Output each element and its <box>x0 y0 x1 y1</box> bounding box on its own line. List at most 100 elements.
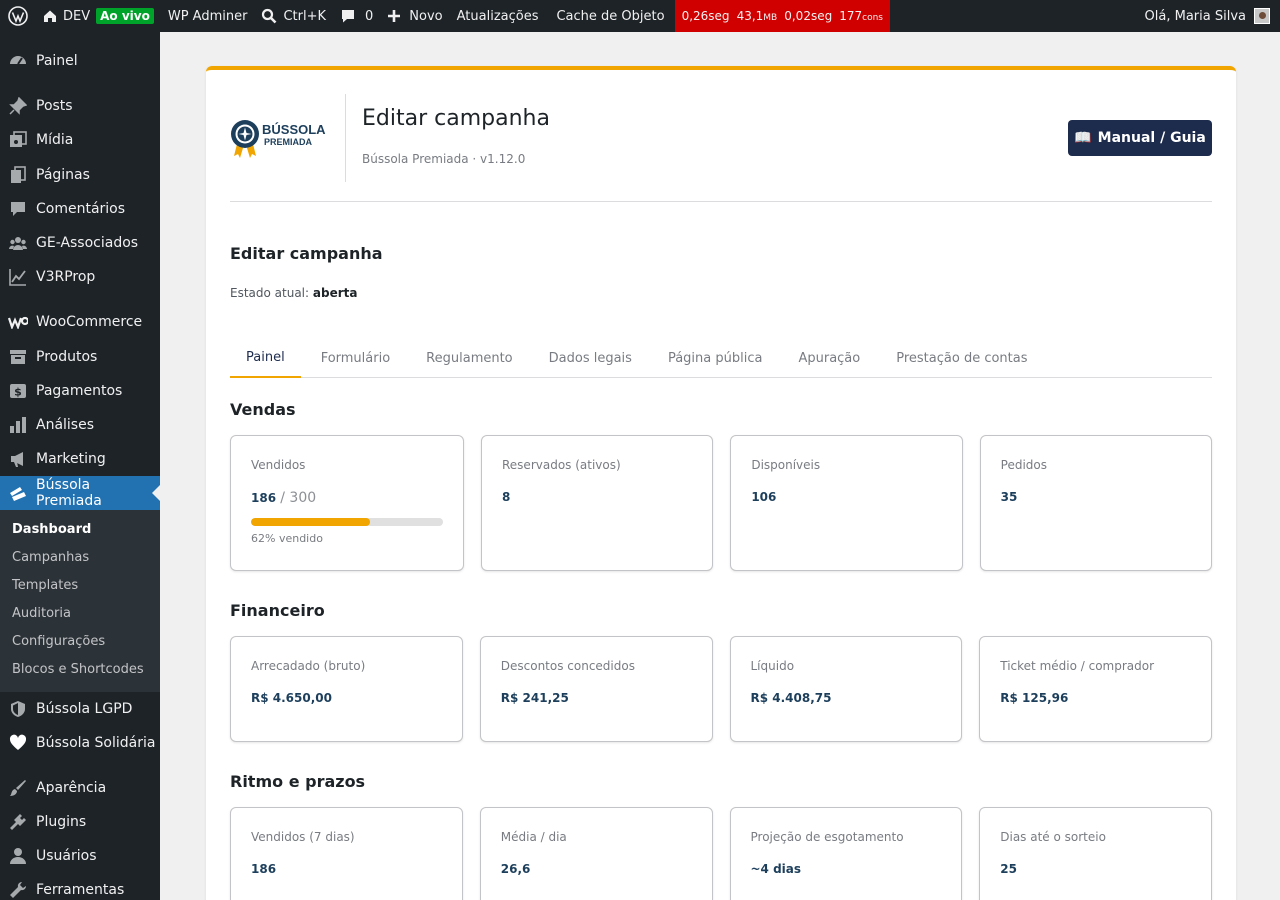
comments-count: 0 <box>365 8 374 24</box>
plugin-version: Bússola Premiada · v1.12.0 <box>362 152 526 166</box>
stat-label: Arrecadado (bruto) <box>251 659 366 673</box>
menu-item-painel[interactable]: Painel <box>0 44 160 78</box>
stat-card-disponiveis: Disponíveis 106 <box>730 435 963 571</box>
submenu-item-campanhas[interactable]: Campanhas <box>0 543 160 571</box>
stat-card-descontos: Descontos concedidos R$ 241,25 <box>479 636 713 742</box>
menu-label: GE-Associados <box>36 235 139 251</box>
user-icon <box>8 846 28 866</box>
menu-item-usuarios[interactable]: Usuários <box>0 839 160 873</box>
tab-dados-legais[interactable]: Dados legais <box>533 338 648 378</box>
object-cache-link[interactable]: Cache de Objeto <box>545 0 674 32</box>
home-icon <box>43 9 57 23</box>
menu-label: Bússola Premiada <box>36 477 102 509</box>
submenu-item-auditoria[interactable]: Auditoria <box>0 599 160 627</box>
tab-pagina-publica[interactable]: Página pública <box>652 338 779 378</box>
submenu-item-configuracoes[interactable]: Configurações <box>0 627 160 655</box>
menu-item-ferramentas[interactable]: Ferramentas <box>0 873 160 900</box>
admin-bar: DEV Ao vivo WP Adminer Ctrl+K 0 Novo Atu… <box>0 0 1280 32</box>
bar-chart-icon <box>8 415 28 435</box>
perf-queries: 177cons <box>839 9 883 23</box>
stat-card-reservados: Reservados (ativos) 8 <box>481 435 714 571</box>
menu-item-ge-associados[interactable]: GE-Associados <box>0 226 160 260</box>
tab-prestacao-contas[interactable]: Prestação de contas <box>880 338 1043 378</box>
stat-label: Reservados (ativos) <box>502 458 621 472</box>
menu-label: Plugins <box>36 814 87 830</box>
submenu-item-templates[interactable]: Templates <box>0 571 160 599</box>
menu-label: Pagamentos <box>36 383 123 399</box>
menu-item-produtos[interactable]: Produtos <box>0 340 160 374</box>
archive-icon <box>8 347 28 367</box>
tab-formulario[interactable]: Formulário <box>305 338 406 378</box>
menu-item-v3rprop[interactable]: V3RProp <box>0 260 160 294</box>
stat-label: Dias até o sorteio <box>1000 830 1106 844</box>
stat-label: Projeção de esgotamento <box>750 830 904 844</box>
menu-item-pagamentos[interactable]: $ Pagamentos <box>0 374 160 408</box>
manual-guide-button[interactable]: 📖 Manual / Guia <box>1068 120 1212 156</box>
submenu-item-dashboard[interactable]: Dashboard <box>0 515 160 543</box>
new-content-menu[interactable]: Novo <box>380 0 449 32</box>
comment-icon <box>340 8 356 24</box>
search-icon <box>261 8 277 24</box>
progress-caption: 62% vendido <box>251 532 323 545</box>
comments-menu[interactable]: 0 <box>333 0 380 32</box>
stat-value: 8 <box>502 490 511 504</box>
menu-label: Páginas <box>36 167 90 183</box>
stat-value: R$ 241,25 <box>500 691 569 705</box>
stat-card-dias-sorteio: Dias até o sorteio 25 <box>979 807 1212 900</box>
menu-item-bussola-lgpd[interactable]: Bússola LGPD <box>0 692 160 726</box>
tab-painel[interactable]: Painel <box>230 338 301 378</box>
perf-query-time: 0,02seg <box>784 9 833 23</box>
site-name-menu[interactable]: DEV Ao vivo <box>36 0 161 32</box>
query-monitor-stats[interactable]: 0,26seg 43,1MB 0,02seg 177cons <box>674 0 890 32</box>
header-divider <box>345 94 346 182</box>
section-title-financeiro: Financeiro <box>230 601 325 620</box>
heart-icon <box>8 733 28 753</box>
menu-item-plugins[interactable]: Plugins <box>0 805 160 839</box>
stat-value: 26,6 <box>500 862 531 876</box>
menu-label: Aparência <box>36 780 107 796</box>
tab-apuracao[interactable]: Apuração <box>782 338 876 378</box>
menu-item-analises[interactable]: Análises <box>0 408 160 442</box>
menu-label: Produtos <box>36 349 98 365</box>
plugin-icon <box>8 812 28 832</box>
dashboard-icon <box>8 51 28 71</box>
menu-label: Painel <box>36 53 78 69</box>
menu-item-posts[interactable]: Posts <box>0 89 160 123</box>
new-label: Novo <box>409 8 443 24</box>
stat-label: Vendidos (7 dias) <box>251 830 355 844</box>
command-palette-button[interactable]: Ctrl+K <box>254 0 333 32</box>
menu-label: V3RProp <box>36 269 96 285</box>
menu-item-paginas[interactable]: Páginas <box>0 158 160 192</box>
menu-item-bussola-premiada[interactable]: Bússola Premiada <box>0 476 160 510</box>
menu-item-marketing[interactable]: Marketing <box>0 442 160 476</box>
bussola-premiada-logo: BÚSSOLA PREMIADA <box>230 118 330 162</box>
stat-value: 186 <box>251 862 277 876</box>
wordpress-logo-icon[interactable] <box>0 0 36 32</box>
user-account-menu[interactable]: Olá, Maria Silva <box>1145 8 1280 24</box>
menu-label: Ferramentas <box>36 882 125 898</box>
submenu-item-blocos-shortcodes[interactable]: Blocos e Shortcodes <box>0 655 160 683</box>
stat-card-pedidos: Pedidos 35 <box>979 435 1212 571</box>
menu-item-midia[interactable]: Mídia <box>0 123 160 157</box>
brush-icon <box>8 778 28 798</box>
vendas-grid: Vendidos 186 / 300 62% vendido Reservado… <box>230 435 1212 571</box>
menu-label: Comentários <box>36 201 126 217</box>
manual-guide-label: Manual / Guia <box>1097 130 1206 146</box>
state-value: aberta <box>312 286 358 300</box>
menu-item-aparencia[interactable]: Aparência <box>0 771 160 805</box>
campaign-state: Estado atual: aberta <box>230 286 357 300</box>
wp-adminer-link[interactable]: WP Adminer <box>161 0 255 32</box>
menu-item-woocommerce[interactable]: WooCommerce <box>0 305 160 339</box>
menu-label: Mídia <box>36 132 74 148</box>
section-title-vendas: Vendas <box>230 400 296 419</box>
menu-item-bussola-solidaria[interactable]: Bússola Solidária <box>0 726 160 760</box>
search-shortcut: Ctrl+K <box>283 8 327 24</box>
stat-label: Descontos concedidos <box>500 659 635 673</box>
stat-card-ticket-medio: Ticket médio / comprador R$ 125,96 <box>979 636 1212 742</box>
menu-item-comentarios[interactable]: Comentários <box>0 192 160 226</box>
perf-memory: 43,1MB <box>736 9 778 23</box>
admin-sidebar: Painel Posts Mídia Páginas Comentários G… <box>0 32 160 900</box>
site-name: DEV <box>63 8 91 24</box>
updates-link[interactable]: Atualizações <box>450 0 546 32</box>
tab-regulamento[interactable]: Regulamento <box>410 338 528 378</box>
